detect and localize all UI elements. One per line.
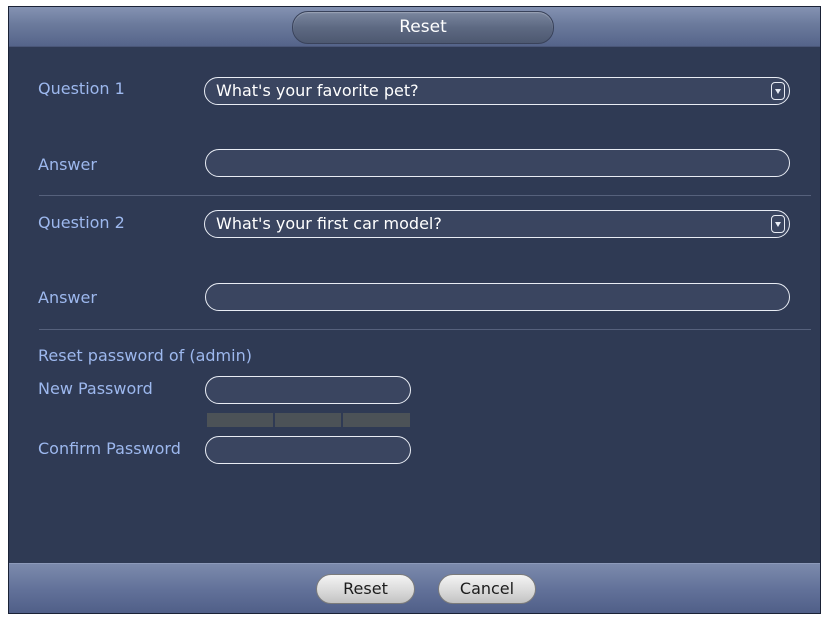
answer1-input[interactable] [205,149,790,177]
dialog-title: Reset [292,11,554,44]
chevron-down-icon[interactable] [771,82,785,100]
answer2-input[interactable] [205,283,790,311]
confirm-password-input[interactable] [205,436,411,464]
answer2-label: Answer [38,288,97,307]
password-strength-segment-1 [207,413,273,427]
divider [39,195,811,196]
question1-label: Question 1 [38,79,125,98]
confirm-password-label: Confirm Password [38,439,181,458]
question1-selected-value: What's your favorite pet? [216,81,419,100]
question2-selected-value: What's your first car model? [216,214,442,233]
reset-button[interactable]: Reset [316,574,415,604]
chevron-down-icon[interactable] [771,215,785,233]
title-bar: Reset [9,7,820,47]
cancel-button[interactable]: Cancel [438,574,536,604]
question2-dropdown[interactable]: What's your first car model? [204,210,790,238]
password-strength-segment-3 [343,413,410,427]
new-password-input[interactable] [205,376,411,404]
new-password-label: New Password [38,379,153,398]
reset-password-heading: Reset password of (admin) [38,346,252,365]
divider [39,329,811,330]
dialog-footer: Reset Cancel [9,563,820,613]
question2-label: Question 2 [38,213,125,232]
password-strength-segment-2 [275,413,341,427]
reset-dialog: Reset Question 1 What's your favorite pe… [8,6,821,614]
answer1-label: Answer [38,155,97,174]
question1-dropdown[interactable]: What's your favorite pet? [204,77,790,105]
